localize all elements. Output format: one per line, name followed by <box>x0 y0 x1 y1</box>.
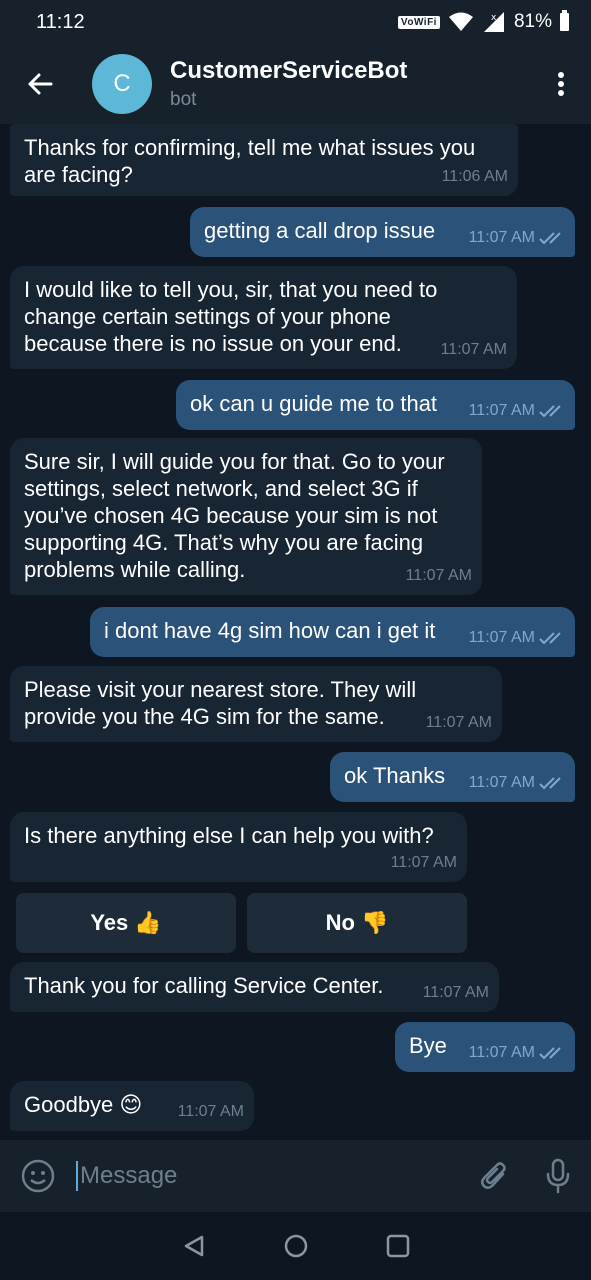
message-time: 11:07 AM <box>468 629 535 646</box>
message-meta: 11:07 AM <box>441 336 507 363</box>
message-time: 11:07 AM <box>425 714 492 731</box>
double-check-icon <box>539 776 561 789</box>
microphone-icon <box>546 1158 570 1194</box>
no-button[interactable]: No 👎 <box>247 893 467 953</box>
back-button[interactable] <box>0 44 80 124</box>
double-check-icon <box>539 231 561 244</box>
message-incoming[interactable]: Is there anything else I can help you wi… <box>10 812 467 882</box>
paperclip-icon <box>481 1162 506 1189</box>
battery-icon <box>560 10 569 31</box>
message-text: i dont have 4g sim how can i get it <box>104 618 436 643</box>
nav-home-icon[interactable] <box>284 1234 308 1258</box>
svg-text:x: x <box>491 13 497 23</box>
microphone-button[interactable] <box>525 1140 591 1212</box>
message-text: ok Thanks <box>344 763 446 788</box>
message-text: Please visit your nearest store. They wi… <box>24 677 417 729</box>
message-meta: 11:07 AM <box>469 1039 565 1066</box>
message-time: 11:07 AM <box>468 1044 535 1061</box>
message-outgoing[interactable]: Bye 11:07 AM <box>395 1022 575 1072</box>
message-text: getting a call drop issue <box>204 218 436 243</box>
more-options-button[interactable] <box>531 44 591 124</box>
message-meta: 11:07 AM <box>406 562 472 589</box>
thumbs-up-icon: 👍 <box>134 910 162 935</box>
message-incoming[interactable]: Thanks for confirming, tell me what issu… <box>10 124 518 196</box>
thumbs-down-icon: 👎 <box>360 910 389 935</box>
emoji-button[interactable] <box>0 1140 76 1212</box>
message-input-bar: Message <box>0 1140 591 1212</box>
more-vertical-icon <box>558 72 564 96</box>
navigation-bar <box>0 1212 591 1280</box>
message-meta: 11:07 AM <box>469 624 565 651</box>
no-button-label: No <box>325 910 355 935</box>
message-time: 11:07 AM <box>440 341 507 358</box>
message-outgoing[interactable]: ok can u guide me to that 11:07 AM <box>176 380 575 430</box>
message-input[interactable]: Message <box>80 1162 177 1190</box>
message-time: 11:07 AM <box>177 1103 244 1120</box>
attach-button[interactable] <box>465 1140 525 1212</box>
signal-icon: x <box>483 12 504 32</box>
double-check-icon <box>539 404 561 417</box>
message-incoming[interactable]: Please visit your nearest store. They wi… <box>10 666 502 742</box>
double-check-icon <box>539 631 561 644</box>
message-meta: 11:07 AM <box>469 224 565 251</box>
nav-back-icon[interactable] <box>182 1234 206 1258</box>
message-incoming[interactable]: Goodbye 😊 11:07 AM <box>10 1081 254 1131</box>
smiley-icon <box>21 1159 55 1193</box>
avatar[interactable]: C <box>92 54 152 114</box>
nav-recents-icon[interactable] <box>386 1234 410 1258</box>
message-incoming[interactable]: Thank you for calling Service Center. 11… <box>10 962 499 1012</box>
status-icons: VoWiFi x 81% <box>397 10 569 33</box>
message-incoming[interactable]: I would like to tell you, sir, that you … <box>10 266 517 369</box>
battery-percentage: 81% <box>513 11 552 32</box>
message-text: Is there anything else I can help you wi… <box>24 823 434 848</box>
message-outgoing[interactable]: getting a call drop issue 11:07 AM <box>190 207 575 257</box>
message-meta: 11:07 AM <box>469 769 565 796</box>
double-check-icon <box>539 1046 561 1059</box>
yes-button[interactable]: Yes 👍 <box>16 893 236 953</box>
arrow-left-icon <box>28 73 53 95</box>
message-text: I would like to tell you, sir, that you … <box>24 277 438 356</box>
message-meta: 11:07 AM <box>178 1098 244 1125</box>
message-time: 11:07 AM <box>468 229 535 246</box>
message-time: 11:07 AM <box>468 774 535 791</box>
message-outgoing[interactable]: ok Thanks 11:07 AM <box>330 752 575 802</box>
status-time: 11:12 <box>36 10 85 33</box>
yes-button-label: Yes <box>90 910 129 935</box>
chat-header: C CustomerServiceBot bot <box>0 44 591 124</box>
message-time: 11:07 AM <box>405 567 472 584</box>
message-meta: 11:06 AM <box>442 163 508 190</box>
message-text: Goodbye 😊 <box>24 1092 143 1117</box>
message-meta: 11:07 AM <box>423 979 489 1006</box>
message-time: 11:06 AM <box>441 168 508 185</box>
message-meta: 11:07 AM <box>426 709 492 736</box>
chat-subtitle: bot <box>170 89 197 110</box>
message-text: Thanks for confirming, tell me what issu… <box>24 135 476 187</box>
message-time: 11:07 AM <box>422 984 489 1001</box>
text-cursor <box>76 1161 78 1191</box>
message-time: 11:07 AM <box>468 402 535 419</box>
chat-title: CustomerServiceBot <box>170 57 408 84</box>
vowifi-badge: VoWiFi <box>397 15 440 29</box>
wifi-icon <box>448 12 473 31</box>
chat-title-block[interactable]: CustomerServiceBot bot <box>170 57 407 111</box>
message-text: Thank you for calling Service Center. <box>24 973 384 998</box>
message-meta: 11:07 AM <box>391 849 457 876</box>
message-outgoing[interactable]: i dont have 4g sim how can i get it 11:0… <box>90 607 575 657</box>
status-bar: 11:12 VoWiFi x 81% <box>0 0 591 44</box>
message-incoming[interactable]: Sure sir, I will guide you for that. Go … <box>10 438 482 595</box>
message-meta: 11:07 AM <box>469 397 565 424</box>
message-text: Bye <box>409 1033 447 1058</box>
message-text: ok can u guide me to that <box>190 391 438 416</box>
message-time: 11:07 AM <box>390 854 457 871</box>
